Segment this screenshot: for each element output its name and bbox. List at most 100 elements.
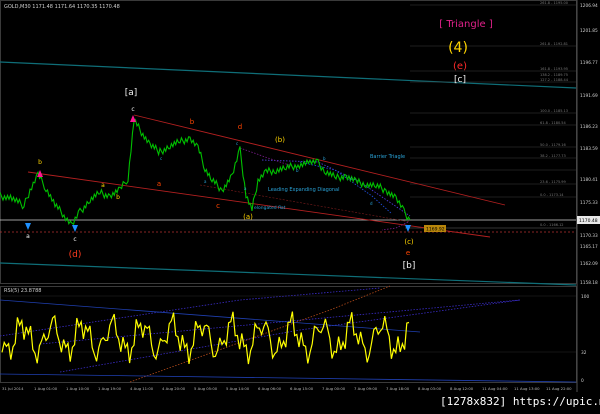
arrow-markers: [25, 115, 411, 232]
wave-e-paren-label: (e): [453, 61, 467, 72]
wave-b-left-label: b: [38, 159, 42, 166]
barrier-triangle-annotation: Barrier Triagle: [370, 154, 405, 160]
rsi-series: [1, 311, 410, 365]
rsi-panel: 100 32 0: [0, 285, 589, 384]
wave-a-paren-label: (a): [243, 213, 253, 221]
wave-b-orange-label: b: [190, 118, 195, 126]
time-axis-label: 7 Aug 00:00: [322, 386, 346, 391]
up-arrow-icon: [25, 223, 31, 230]
time-axis-label: 1 Aug 19:00: [98, 386, 122, 391]
wave-a-bracket-label: [a]: [125, 88, 138, 98]
price-axis-label: 1175.33: [580, 200, 598, 206]
minor-wave-label: c: [350, 176, 352, 181]
low-price-tag-text: 1169.92: [426, 227, 445, 233]
time-axis-label: 7 Aug 09:00: [354, 386, 378, 391]
price-axis-label: 1183.59: [580, 146, 598, 152]
time-axis-label: 8 Aug 12:00: [450, 386, 474, 391]
time-axis-label: 31 Jul 2014: [2, 386, 24, 391]
price-series: [0, 118, 411, 226]
minor-wave-label: b: [296, 168, 299, 173]
fib-label-group: 261.8 - 1195.00 261.8 - 1192.81 161.8 - …: [540, 1, 569, 227]
fib-grid: [410, 4, 576, 198]
time-axis-label: 1 Aug 10:00: [66, 386, 90, 391]
minor-wave-label: c: [236, 141, 238, 146]
minor-wave-label: a: [244, 186, 247, 191]
fib-label: 50.0 - 1179.16: [540, 143, 566, 147]
price-axis-label: 1180.41: [580, 177, 598, 183]
minor-wave-label: b: [323, 156, 326, 161]
wave-a-orange-label: a: [157, 180, 161, 188]
wave-d-paren-label: (d): [69, 250, 82, 260]
price-axis-label: 1186.23: [580, 124, 598, 130]
lower-channel-line: [0, 262, 577, 286]
fib-label: 100.0 - 1185.13: [540, 109, 568, 113]
down-arrow-icon: [130, 115, 136, 122]
elongated-flat-annotation: elongated flat: [254, 205, 286, 211]
minor-wave-label: d: [370, 201, 373, 206]
indicator-frame: [0, 286, 577, 383]
wave-d-orange-label: d: [238, 123, 242, 131]
upper-channel-line: [0, 61, 577, 89]
up-arrow-icon: [405, 225, 411, 232]
time-axis-label: 8 Aug 03:00: [418, 386, 442, 391]
rsi-trendline-blue: [39, 299, 521, 345]
fib-label: 0.0 - 1173.14: [540, 193, 564, 197]
fib-label: 161.8 - 1193.95: [540, 67, 568, 71]
minor-wave-labels: c a c a b c d b: [160, 141, 373, 206]
time-axis-label: 11 Aug 22:00: [546, 386, 572, 391]
fib-label: 61.8 - 1180.54: [540, 121, 567, 125]
time-axis: 31 Jul 2014 1 Aug 01:00 1 Aug 10:00 1 Aug 1…: [2, 386, 572, 391]
price-axis-label: 1165.17: [580, 244, 598, 250]
price-axis-label: 1201.85: [580, 28, 598, 34]
rsi-axis-label: 0: [581, 378, 584, 384]
fib-label: 261.8 - 1192.81: [540, 42, 568, 46]
wave-b-yellow-label: b: [116, 194, 120, 201]
leading-diagonal-annotation: Leading Expanding Diagonal: [268, 187, 340, 193]
wave-a-low-label: a: [26, 233, 30, 240]
fib-label: 127.2 - 1188.44: [540, 78, 569, 82]
rsi-axis-label: 32: [581, 350, 587, 356]
wave-c-low-label: c: [73, 236, 76, 243]
rsi-trendline-orange: [129, 285, 391, 383]
fib-label: 0.0 - 1166.12: [540, 223, 564, 227]
price-axis-label: 1170.33: [580, 233, 598, 239]
time-axis-label: 6 Aug 15:00: [290, 386, 314, 391]
time-axis-label: 4 Aug 11:00: [130, 386, 154, 391]
rsi-axis-label: 100: [581, 294, 589, 300]
price-axis: 1206.94 1201.85 1196.77 1191.69 1186.23 …: [580, 3, 598, 286]
time-axis-label: 11 Aug 04:00: [482, 386, 508, 391]
price-axis-label: 1158.18: [580, 280, 598, 286]
fib-label: 38.2 - 1177.73: [540, 154, 566, 158]
wave-c-paren-label: (c): [404, 238, 414, 246]
up-arrow-icon: [72, 225, 78, 232]
time-axis-label: 7 Aug 18:00: [386, 386, 410, 391]
time-axis-label: 6 Aug 06:00: [258, 386, 282, 391]
wave-b-bracket-label: [b]: [403, 261, 416, 271]
watermark-text: [1278x832] https://upic.me/: [440, 395, 600, 408]
time-axis-label: 11 Aug 13:00: [514, 386, 540, 391]
chart-header: GOLD,M30 1171.48 1171.64 1170.35 1170.48: [4, 4, 120, 10]
time-axis-label: 5 Aug 14:00: [226, 386, 250, 391]
fib-label: 23.6 - 1175.99: [540, 180, 566, 184]
rsi-header: RSI(5) 23.8788: [4, 288, 41, 294]
trading-terminal-window: GOLD,M30 1171.48 1171.64 1170.35 1170.48…: [0, 0, 600, 410]
main-chart-frame: [0, 0, 577, 284]
rsi-lower-channel: [0, 373, 577, 383]
time-axis-label: 1 Aug 01:00: [34, 386, 58, 391]
lower-trend-line: [27, 171, 491, 238]
time-axis-label: 4 Aug 20:00: [162, 386, 186, 391]
fib-label: 261.8 - 1195.00: [540, 1, 568, 5]
fib-label: 138.2 - 1189.75: [540, 73, 568, 77]
wave-e-orange-label: e: [406, 249, 410, 257]
wave-b-paren-label: (b): [275, 136, 285, 144]
wave-path-purple: [239, 147, 293, 167]
wave-c-bracket-label: [c]: [454, 75, 466, 85]
wave-a-yellow-label: a: [101, 182, 105, 189]
wave-4-label: (4): [448, 40, 468, 56]
time-axis-label: 5 Aug 05:00: [194, 386, 218, 391]
minor-wave-label: c: [160, 156, 162, 161]
price-axis-label: 1191.69: [580, 93, 598, 99]
price-axis-label: 1206.94: [580, 3, 598, 9]
price-chart-canvas[interactable]: GOLD,M30 1171.48 1171.64 1170.35 1170.48…: [0, 0, 600, 410]
triangle-title: [ Triangle ]: [439, 19, 493, 30]
